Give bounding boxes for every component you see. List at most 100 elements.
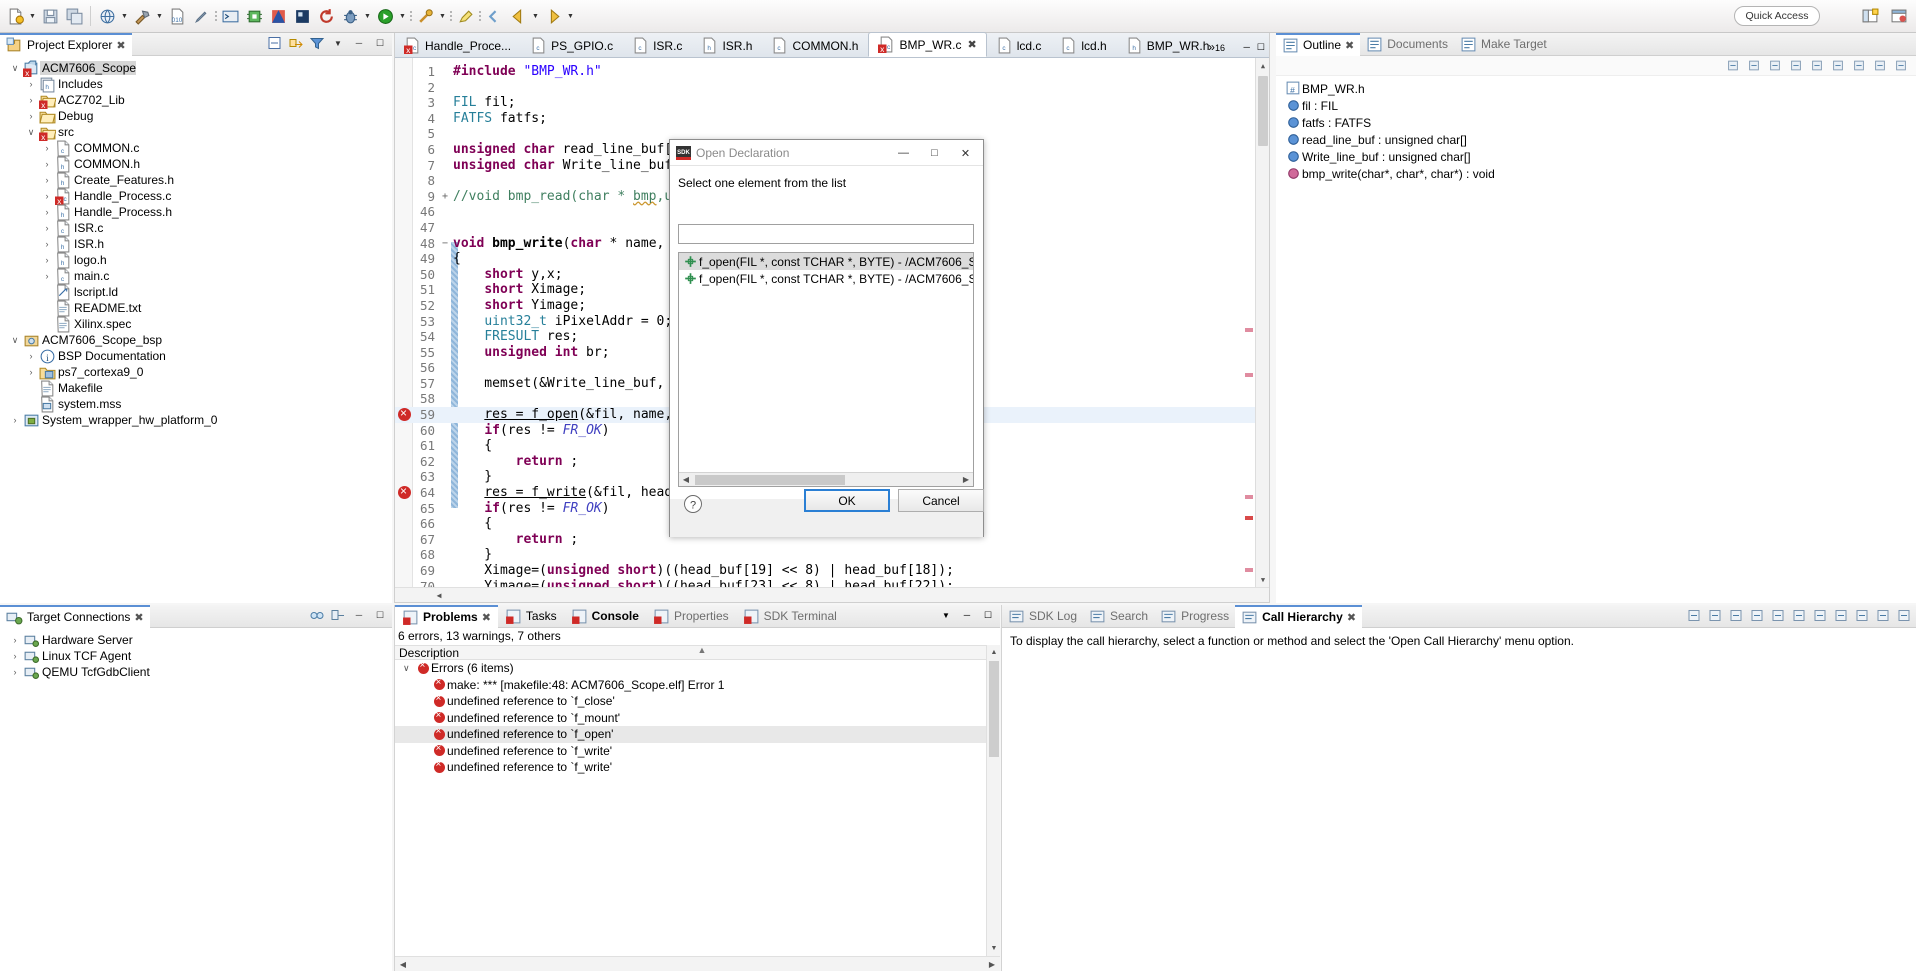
fold-toggle-icon[interactable]: [439, 220, 451, 236]
tree-item-main-c[interactable]: › c main.c: [0, 268, 392, 284]
hide-static-icon[interactable]: [1789, 59, 1803, 73]
fold-toggle-icon[interactable]: [439, 111, 451, 127]
error-marker-icon[interactable]: [397, 406, 411, 422]
maximize-outline-icon[interactable]: [1894, 59, 1908, 73]
tree-item-xilinx-spec[interactable]: Xilinx.spec: [0, 316, 392, 332]
filter-icon[interactable]: [309, 35, 325, 51]
fold-toggle-icon[interactable]: [439, 469, 451, 485]
minimize-editor-icon[interactable]: ─: [1244, 42, 1250, 53]
fold-toggle-icon[interactable]: [439, 95, 451, 111]
filter-outline-icon[interactable]: [1831, 59, 1845, 73]
scroll-down-icon[interactable]: ▼: [1256, 572, 1269, 587]
scroll-up-icon[interactable]: ▲: [1256, 58, 1269, 73]
tab-sdk-log[interactable]: SDK Log: [1002, 605, 1083, 628]
debug-arrow[interactable]: ▼: [362, 5, 373, 27]
build-settings-icon[interactable]: [95, 4, 119, 28]
editor-tab-bmp-wr-c[interactable]: c x BMP_WR.c ✖: [868, 32, 987, 57]
program-fpga-icon[interactable]: [242, 4, 266, 28]
help-icon[interactable]: ?: [683, 494, 703, 514]
maximize-hierarchy-icon[interactable]: [1896, 607, 1912, 623]
tab-problems[interactable]: Problems ✖: [395, 604, 498, 628]
outline-item[interactable]: Write_line_buf : unsigned char[]: [1276, 148, 1916, 165]
tab-sdk-terminal[interactable]: SDK Terminal: [736, 605, 844, 628]
open-perspective-button[interactable]: [1857, 4, 1883, 28]
cancel-hierarchy-icon[interactable]: [1749, 607, 1765, 623]
next-annotation-arrow[interactable]: ▼: [565, 5, 576, 27]
declaration-list-item[interactable]: f_open(FIL *, const TCHAR *, BYTE) - /AC…: [679, 270, 973, 287]
new-dropdown-arrow[interactable]: ▼: [27, 5, 38, 27]
editor-tab-handle-proce-[interactable]: c x Handle_Proce...: [395, 34, 521, 57]
tree-twisty-icon[interactable]: ›: [40, 207, 54, 217]
problems-column-header[interactable]: Description ▲: [395, 645, 1000, 660]
tree-twisty-icon[interactable]: ›: [24, 367, 38, 377]
tree-twisty-icon[interactable]: ›: [40, 191, 54, 201]
maximize-editor-icon[interactable]: ☐: [1257, 42, 1265, 53]
editor-tab-isr-h[interactable]: h ISR.h: [692, 34, 762, 57]
tree-item-acm7606-scope[interactable]: ∨ x ACM7606_Scope: [0, 60, 392, 77]
outline-item[interactable]: bmp_write(char*, char*, char*) : void: [1276, 165, 1916, 182]
close-icon[interactable]: ✖: [134, 611, 143, 624]
problem-row[interactable]: undefined reference to `f_mount': [395, 710, 1000, 727]
tree-twisty-icon[interactable]: ∨: [8, 63, 22, 74]
target-connection-item[interactable]: › Hardware Server: [0, 632, 392, 648]
show-callers-icon[interactable]: [1686, 607, 1702, 623]
problems-vscroll-thumb[interactable]: [989, 661, 999, 757]
back-icon[interactable]: [482, 4, 506, 28]
external-tools-arrow[interactable]: ▼: [437, 5, 448, 27]
problem-row[interactable]: undefined reference to `f_write': [395, 759, 1000, 776]
editor-vertical-scrollbar[interactable]: ▲ ▼: [1255, 58, 1269, 602]
tree-item-common-c[interactable]: › c COMMON.c: [0, 140, 392, 156]
outline-item[interactable]: fil : FIL: [1276, 97, 1916, 114]
minimize-outline-icon[interactable]: [1873, 59, 1887, 73]
tab-console[interactable]: Console: [564, 605, 646, 628]
fold-toggle-icon[interactable]: [439, 64, 451, 80]
editor-horizontal-scrollbar[interactable]: ◀: [395, 587, 1269, 602]
outline-item[interactable]: # BMP_WR.h: [1276, 80, 1916, 97]
fold-toggle-icon[interactable]: [439, 485, 451, 501]
tree-twisty-icon[interactable]: ›: [8, 667, 22, 677]
minimize-problems-icon[interactable]: ─: [959, 607, 975, 623]
scroll-left-icon[interactable]: ◀: [679, 475, 693, 484]
view-menu-outline-icon[interactable]: [1852, 59, 1866, 73]
tree-twisty-icon[interactable]: ∨: [8, 335, 22, 346]
pin-icon[interactable]: [1812, 607, 1828, 623]
run-icon[interactable]: [373, 4, 397, 28]
outline-item[interactable]: fatfs : FATFS: [1276, 114, 1916, 131]
fold-toggle-icon[interactable]: [439, 173, 451, 189]
fold-toggle-icon[interactable]: [439, 80, 451, 96]
tree-item-handle-process-c[interactable]: › c x Handle_Process.c: [0, 188, 392, 205]
build-hammer-arrow[interactable]: ▼: [154, 5, 165, 27]
minimize-target-icon[interactable]: ─: [351, 607, 367, 623]
fold-toggle-icon[interactable]: [439, 329, 451, 345]
dialog-hscroll-thumb[interactable]: [695, 474, 845, 485]
tree-item-create-features-h[interactable]: › h Create_Features.h: [0, 172, 392, 188]
show-callees-icon[interactable]: [1707, 607, 1723, 623]
tree-item-logo-h[interactable]: › h logo.h: [0, 252, 392, 268]
error-marker-icon[interactable]: [397, 484, 411, 500]
tab-progress[interactable]: Progress: [1154, 605, 1235, 628]
hide-fields-icon[interactable]: [1768, 59, 1782, 73]
tab-make-target[interactable]: Make Target: [1454, 33, 1553, 56]
close-icon[interactable]: ✖: [1345, 39, 1354, 52]
open-element-icon[interactable]: [1833, 607, 1849, 623]
scroll-right-icon[interactable]: ▶: [984, 960, 1000, 969]
target-connection-item[interactable]: › QEMU TcfGdbClient: [0, 664, 392, 680]
problems-vertical-scrollbar[interactable]: ▲ ▼: [986, 645, 1000, 956]
close-icon[interactable]: ✖: [967, 38, 976, 51]
problem-row[interactable]: make: *** [makefile:48: ACM7606_Scope.el…: [395, 677, 1000, 694]
fold-toggle-icon[interactable]: [439, 251, 451, 267]
outline-tree[interactable]: # BMP_WR.h fil : FIL fatfs : FATFS read_line…: [1276, 76, 1916, 182]
dialog-titlebar[interactable]: SDK Open Declaration — □ ✕: [670, 140, 983, 166]
maximize-problems-icon[interactable]: ☐: [980, 607, 996, 623]
target-connection-item[interactable]: › Linux TCF Agent: [0, 648, 392, 664]
hide-nonpublic-icon[interactable]: [1810, 59, 1824, 73]
dialog-list-hscrollbar[interactable]: ◀ ▶: [679, 472, 973, 486]
problem-row[interactable]: undefined reference to `f_close': [395, 693, 1000, 710]
editor-tab-common-h[interactable]: c COMMON.h: [762, 34, 868, 57]
fold-toggle-icon[interactable]: [439, 126, 451, 142]
view-menu-icon[interactable]: ▼: [330, 35, 346, 51]
tree-twisty-icon[interactable]: ∨: [24, 127, 38, 138]
close-icon[interactable]: ✖: [116, 39, 125, 52]
fold-toggle-icon[interactable]: [439, 516, 451, 532]
fold-toggle-icon[interactable]: [439, 267, 451, 283]
